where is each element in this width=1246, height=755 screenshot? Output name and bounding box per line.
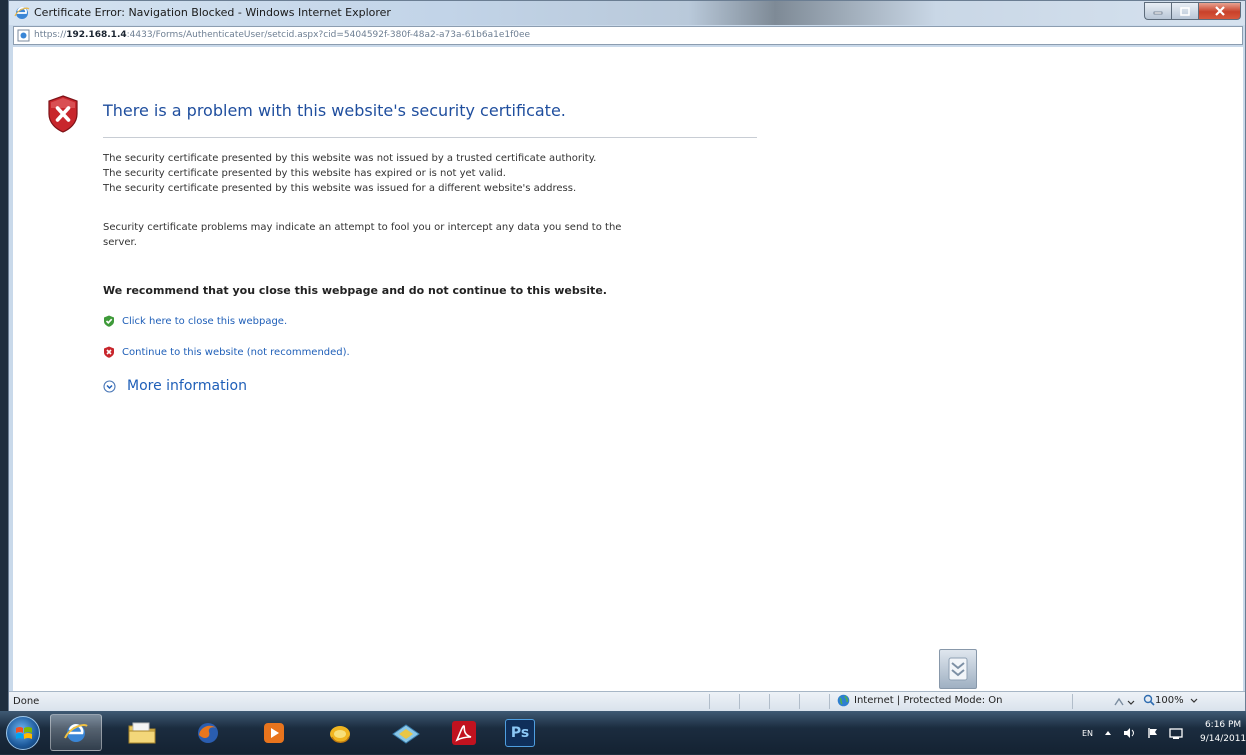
- double-chevron-down-icon: [948, 657, 968, 681]
- taskbar-internet-explorer[interactable]: [50, 714, 102, 751]
- minimize-icon: [1153, 11, 1163, 15]
- continue-to-website-link[interactable]: Continue to this website (not recommende…: [122, 347, 350, 358]
- status-bar: Done Internet | Protected Mode: On 100%: [9, 691, 1245, 711]
- taskbar-messenger[interactable]: [314, 714, 366, 751]
- system-tray: EN: [1082, 727, 1183, 739]
- clock-time: 6:16 PM: [1204, 720, 1242, 730]
- zoom-control[interactable]: 100%: [1143, 694, 1200, 706]
- error-shield-icon: [48, 95, 78, 133]
- warning-line-2: server.: [103, 237, 137, 248]
- volume-icon[interactable]: [1123, 727, 1137, 739]
- network-status-icon[interactable]: [1169, 727, 1183, 739]
- page-icon: [17, 29, 30, 42]
- status-divider: [1072, 694, 1073, 709]
- url-path: :4433/Forms/AuthenticateUser/setcid.aspx…: [126, 30, 531, 40]
- ie-icon: [14, 7, 30, 19]
- recommendation-text: We recommend that you close this webpage…: [103, 284, 607, 297]
- taskbar-windows-explorer[interactable]: [116, 714, 168, 751]
- language-indicator[interactable]: EN: [1082, 729, 1093, 738]
- zoom-level: 100%: [1155, 694, 1184, 706]
- chevron-down-icon: [1190, 698, 1198, 703]
- photoshop-label: Ps: [510, 724, 530, 741]
- status-divider: [769, 694, 770, 709]
- maximize-button[interactable]: [1171, 2, 1198, 20]
- globe-icon: [837, 694, 850, 707]
- window-title: Certificate Error: Navigation Blocked - …: [34, 6, 391, 19]
- status-text: Done: [13, 696, 40, 707]
- ie-window: Certificate Error: Navigation Blocked - …: [8, 0, 1246, 711]
- taskbar-firefox[interactable]: [182, 714, 234, 751]
- warning-line-1: Security certificate problems may indica…: [103, 222, 622, 233]
- more-information-row[interactable]: More information: [103, 378, 247, 394]
- windows-logo-icon: [16, 727, 32, 739]
- messenger-icon: [330, 725, 350, 743]
- status-divider: [799, 694, 800, 709]
- scroll-down-handle[interactable]: [939, 649, 977, 689]
- status-divider: [709, 694, 710, 709]
- status-divider: [829, 694, 830, 709]
- status-divider: [739, 694, 740, 709]
- reason-3: The security certificate presented by th…: [103, 183, 577, 194]
- adobe-reader-icon: [452, 720, 476, 745]
- close-window-button[interactable]: [1198, 2, 1241, 20]
- divider: [103, 137, 757, 138]
- window-controls: [1144, 2, 1241, 20]
- taskbar-adobe-reader[interactable]: [438, 714, 490, 751]
- taskbar-network-app[interactable]: [380, 714, 432, 751]
- firefox-icon: [198, 722, 218, 743]
- photoshop-icon: Ps: [505, 718, 535, 747]
- title-bar[interactable]: Certificate Error: Navigation Blocked - …: [9, 1, 1245, 25]
- reason-1: The security certificate presented by th…: [103, 153, 597, 164]
- security-zone-text: Internet | Protected Mode: On: [854, 695, 1003, 706]
- folder-icon: [128, 722, 156, 743]
- ie-icon: [64, 723, 88, 742]
- url-host: 192.168.1.4: [66, 30, 127, 40]
- close-icon: [1214, 6, 1225, 16]
- page-title: There is a problem with this website's s…: [103, 101, 566, 120]
- address-bar[interactable]: https://192.168.1.4:4433/Forms/Authentic…: [13, 26, 1243, 45]
- red-shield-x-icon: [104, 346, 114, 358]
- page-content: There is a problem with this website's s…: [13, 47, 1243, 691]
- show-hidden-icons-icon[interactable]: [1103, 729, 1113, 737]
- network-icon: [392, 723, 420, 744]
- protected-mode-icon[interactable]: [1113, 696, 1135, 708]
- taskbar-photoshop[interactable]: Ps: [494, 714, 546, 751]
- address-url[interactable]: https://192.168.1.4:4433/Forms/Authentic…: [34, 30, 530, 40]
- media-player-icon: [264, 722, 284, 743]
- security-zone[interactable]: Internet | Protected Mode: On: [837, 694, 1002, 707]
- expand-chevron-icon: [103, 379, 116, 393]
- magnifier-icon: [1143, 694, 1155, 706]
- taskbar-media-player[interactable]: [248, 714, 300, 751]
- start-button[interactable]: [6, 716, 40, 750]
- close-webpage-row: Click here to close this webpage.: [103, 315, 287, 327]
- clock-date: 9/14/2011: [1200, 734, 1246, 744]
- reason-2: The security certificate presented by th…: [103, 168, 506, 179]
- taskbar: Ps EN 6:16 PM 9/14/2011: [0, 711, 1246, 754]
- continue-row: Continue to this website (not recommende…: [103, 346, 350, 358]
- maximize-icon: [1180, 6, 1190, 16]
- close-webpage-link[interactable]: Click here to close this webpage.: [122, 316, 287, 327]
- action-center-flag-icon[interactable]: [1147, 727, 1159, 739]
- green-shield-check-icon: [104, 315, 114, 327]
- more-information-link[interactable]: More information: [127, 378, 247, 394]
- system-clock[interactable]: 6:16 PM 9/14/2011: [1200, 718, 1246, 746]
- minimize-button[interactable]: [1144, 2, 1171, 20]
- url-scheme: https://: [34, 30, 67, 40]
